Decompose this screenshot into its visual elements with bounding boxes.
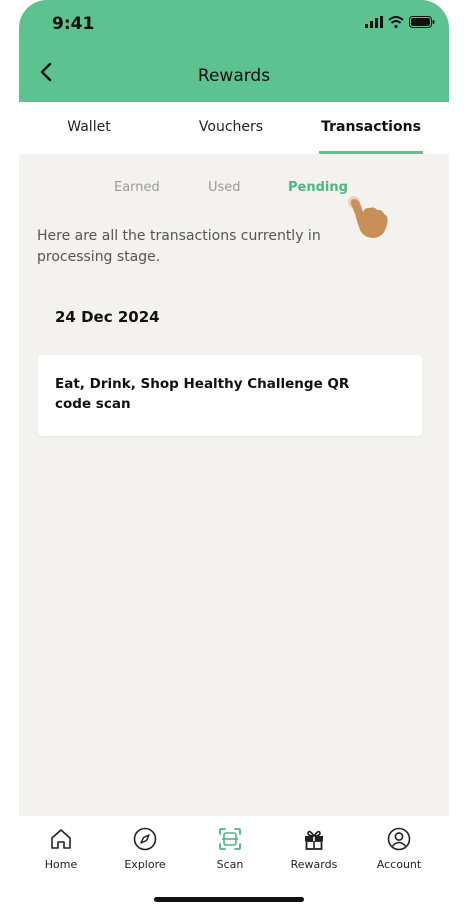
nav-account[interactable]: Account	[364, 826, 434, 871]
nav-label-rewards: Rewards	[290, 858, 338, 871]
tab-bar: Wallet Vouchers Transactions	[19, 102, 449, 154]
nav-scan[interactable]: Scan	[195, 826, 265, 871]
status-icons	[365, 16, 435, 28]
page-title: Rewards	[197, 66, 271, 86]
nav-home[interactable]: Home	[26, 826, 96, 871]
nav-rewards[interactable]: Rewards	[279, 826, 349, 871]
active-tab-indicator	[319, 151, 423, 154]
scan-icon	[219, 828, 241, 850]
home-indicator	[154, 897, 304, 902]
user-icon	[387, 827, 411, 851]
nav-label-scan: Scan	[216, 858, 244, 871]
tab-transactions[interactable]: Transactions	[315, 102, 427, 154]
header: 9:41 Rewards	[19, 0, 449, 102]
gift-icon	[305, 830, 323, 850]
nav-label-explore: Explore	[124, 858, 166, 871]
status-time: 9:41	[52, 14, 95, 34]
date-heading: 24 Dec 2024	[55, 308, 160, 326]
transaction-card[interactable]: Eat, Drink, Shop Healthy Challenge QR co…	[38, 355, 422, 436]
tab-wallet[interactable]: Wallet	[33, 102, 145, 154]
phone-screen: 9:41 Rewards Wallet Vouchers Transaction…	[19, 0, 449, 907]
battery-icon	[409, 16, 435, 28]
nav-label-home: Home	[44, 858, 78, 871]
subtab-pending[interactable]: Pending	[288, 180, 348, 195]
subtab-used[interactable]: Used	[208, 180, 241, 195]
pointing-hand-icon	[348, 196, 388, 238]
subtab-earned[interactable]: Earned	[114, 180, 160, 195]
nav-label-account: Account	[376, 858, 422, 871]
compass-icon	[133, 827, 157, 851]
home-icon	[51, 829, 71, 849]
description-text: Here are all the transactions currently …	[37, 228, 321, 265]
signal-icon	[365, 16, 383, 28]
nav-explore[interactable]: Explore	[110, 826, 180, 871]
bottom-nav: Home Explore Scan Rewards Account	[19, 816, 449, 907]
tab-vouchers[interactable]: Vouchers	[175, 102, 287, 154]
wifi-icon	[388, 16, 404, 28]
transaction-title: Eat, Drink, Shop Healthy Challenge QR co…	[55, 376, 350, 412]
